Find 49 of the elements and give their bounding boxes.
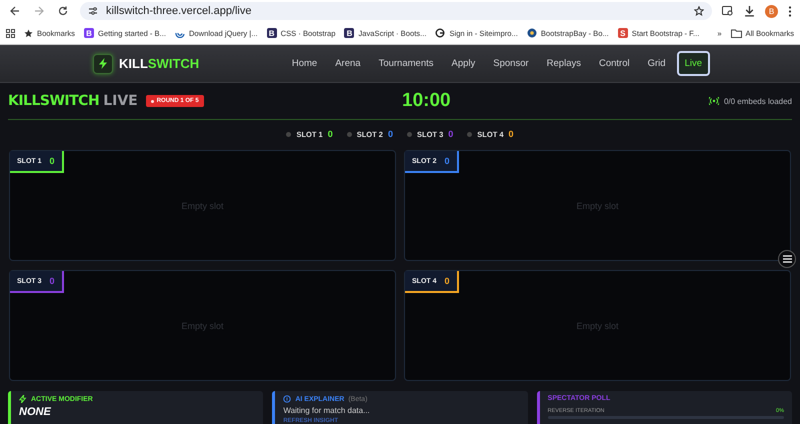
- site-icon: B: [344, 28, 354, 38]
- folder-icon: [730, 28, 742, 38]
- star-icon: [24, 28, 33, 38]
- site-settings-icon: [88, 6, 98, 16]
- explainer-text: Waiting for match data...: [283, 406, 371, 415]
- slot-score: 0: [388, 129, 393, 139]
- menu-icon: [782, 255, 792, 263]
- nav-link[interactable]: Live: [676, 51, 710, 76]
- site-icon: B: [266, 28, 277, 38]
- match-timer: 10:00: [401, 90, 452, 112]
- info-icon: [283, 395, 292, 403]
- nav-link[interactable]: Home: [284, 51, 324, 76]
- menu-button[interactable]: [778, 250, 796, 268]
- embeds-status: 0/0 embeds loaded: [724, 96, 792, 106]
- nav-link[interactable]: Replays: [540, 51, 588, 76]
- brand-name[interactable]: KILLSWITCH: [119, 56, 200, 71]
- signal-icon: [708, 97, 719, 105]
- nav-link[interactable]: Grid: [640, 51, 673, 76]
- nav-link[interactable]: Tournaments: [372, 51, 440, 76]
- slot-score: 0: [444, 276, 450, 286]
- download-icon[interactable]: [744, 6, 755, 16]
- page-title: KILLSWITCH: [8, 93, 100, 109]
- slot-score: 0: [448, 129, 454, 139]
- nav-link[interactable]: Arena: [328, 51, 368, 76]
- address-bar[interactable]: killswitch-three.vercel.app/live: [80, 2, 712, 20]
- nav-link[interactable]: Control: [592, 51, 637, 76]
- status-dot: [286, 132, 292, 136]
- status-dot: [346, 132, 352, 136]
- slot-score: 0: [328, 129, 333, 139]
- nav-link[interactable]: Apply: [444, 51, 482, 76]
- globe-icon: [526, 28, 537, 38]
- slot-score: 0: [444, 156, 450, 166]
- bolt-icon: [93, 54, 113, 74]
- slot-score: 0: [50, 276, 55, 286]
- nav-link[interactable]: Sponsor: [486, 51, 536, 76]
- status-dot: [407, 132, 412, 136]
- page-title-suffix: LIVE: [103, 93, 138, 109]
- site-icon: S: [618, 28, 628, 38]
- ring-icon: [435, 28, 446, 38]
- site-icon: B: [84, 28, 94, 38]
- lens-icon[interactable]: [722, 6, 734, 16]
- more-menu-icon[interactable]: [788, 6, 792, 16]
- slot-score: 0: [50, 156, 55, 166]
- slot-score: 0: [508, 129, 514, 139]
- bolt-icon: [19, 395, 27, 403]
- apps-grid-icon[interactable]: [6, 28, 15, 38]
- modifier-value: NONE: [19, 406, 52, 418]
- bookmark-star-icon[interactable]: [694, 6, 704, 16]
- status-dot: [467, 132, 472, 136]
